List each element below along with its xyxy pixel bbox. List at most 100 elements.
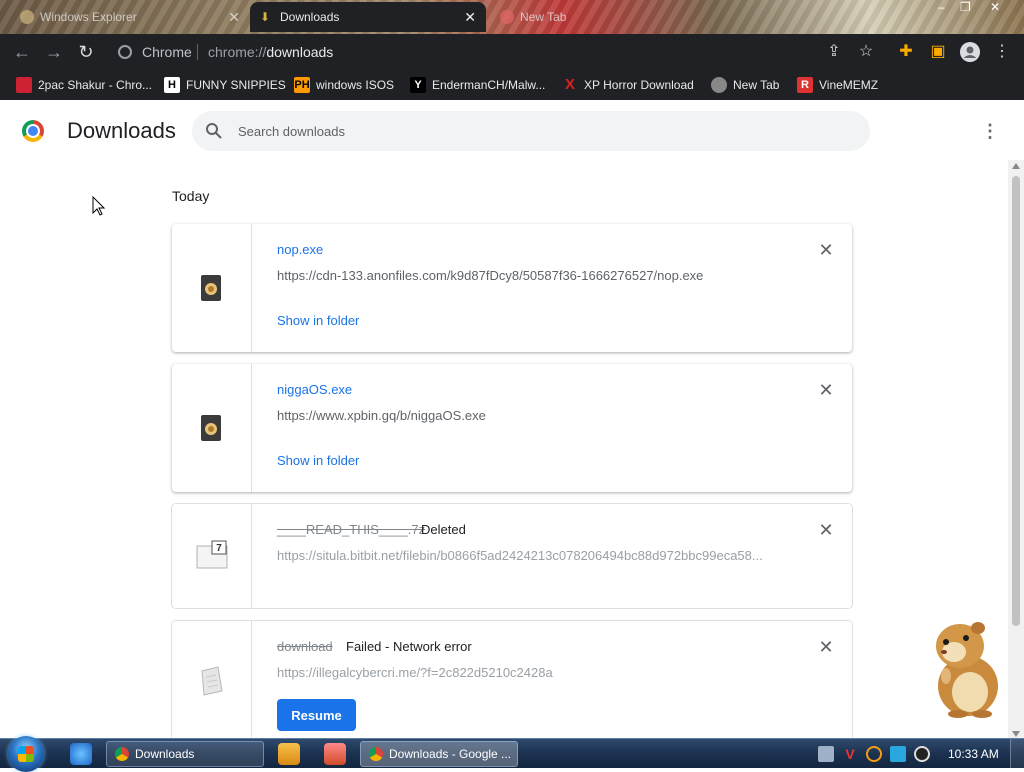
app-icon[interactable]: [324, 743, 346, 765]
downloads-header: Downloads ⋮: [0, 100, 1024, 162]
back-arrow-icon[interactable]: ←: [12, 42, 32, 62]
resume-button[interactable]: Resume: [277, 699, 356, 731]
remove-close-icon[interactable]: ✕: [816, 520, 836, 540]
yp-logo-icon: Y: [410, 77, 426, 93]
close-icon[interactable]: ✕: [464, 2, 476, 32]
source-url[interactable]: https://illegalcybercri.me/?f=2c822d5210…: [277, 665, 553, 680]
bookmark-2pac[interactable]: 2pac Shakur - Chro...: [16, 76, 152, 94]
close-icon[interactable]: ✕: [228, 2, 240, 32]
tray-v-icon[interactable]: V: [842, 746, 858, 762]
tab-downloads[interactable]: ⬇ Downloads ✕: [250, 2, 486, 32]
site-chip: Chrome: [142, 44, 192, 60]
windows-taskbar: Downloads Downloads - Google ... V 10:33…: [0, 736, 1024, 772]
maximize-button[interactable]: ❐: [960, 0, 971, 18]
remove-close-icon[interactable]: ✕: [816, 240, 836, 260]
side-panel-icon[interactable]: ▣: [928, 42, 948, 62]
taskbar-item-downloads[interactable]: Downloads: [106, 741, 264, 767]
internet-explorer-icon[interactable]: [70, 743, 92, 765]
extensions-puzzle-icon[interactable]: ✚: [896, 42, 916, 62]
file-name-link[interactable]: niggaOS.exe: [277, 382, 352, 397]
tab-favicon: [20, 10, 34, 24]
bookmarks-bar: 2pac Shakur - Chro... H FUNNY SNIPPIES P…: [0, 70, 1024, 100]
file-name-deleted: ____READ_THIS____.7z: [277, 522, 426, 537]
download-item: download Failed - Network error https://…: [172, 621, 852, 740]
reload-icon[interactable]: ↻: [76, 42, 96, 62]
source-url[interactable]: https://cdn-133.anonfiles.com/k9d87fDcy8…: [277, 268, 703, 283]
tab-new-tab[interactable]: New Tab: [490, 2, 690, 32]
download-icon: ⬇: [260, 10, 271, 24]
profile-avatar-icon[interactable]: [960, 42, 980, 62]
svg-text:7: 7: [216, 543, 222, 554]
scroll-down-arrow-icon[interactable]: [1012, 731, 1020, 737]
tray-volume-icon[interactable]: [914, 746, 930, 762]
download-item: 7 ____READ_THIS____.7z Deleted https://s…: [172, 504, 852, 608]
tab-favicon: [500, 10, 514, 24]
tab-strip: Windows Explorer ✕ ⬇ Downloads ✕ New Tab…: [0, 0, 1024, 34]
address-bar[interactable]: Chrome chrome://downloads: [108, 38, 888, 66]
bookmark-new-tab[interactable]: New Tab: [711, 76, 779, 94]
file-icon-cell: [172, 621, 252, 740]
start-button[interactable]: [8, 736, 44, 772]
mouse-cursor-icon: [92, 196, 106, 216]
ph-logo-icon: PH: [294, 77, 310, 93]
remove-close-icon[interactable]: ✕: [816, 637, 836, 657]
bookmark-vinememz[interactable]: R VineMEMZ: [797, 76, 878, 94]
tab-title: New Tab: [520, 10, 567, 24]
file-icon-cell: [172, 364, 252, 492]
taskbar-item-downloads-google-chrome[interactable]: Downloads - Google ...: [360, 741, 518, 767]
page-scrollbar[interactable]: [1008, 160, 1024, 740]
bookmark-favicon-icon: [16, 77, 32, 93]
generic-file-icon: [201, 666, 223, 696]
file-name-failed: download: [277, 639, 333, 654]
more-actions-icon[interactable]: ⋮: [980, 120, 1000, 142]
file-icon-cell: 7: [172, 504, 252, 608]
7z-file-icon: 7: [196, 540, 228, 569]
tab-title: Windows Explorer: [40, 10, 137, 24]
tab-windows-explorer[interactable]: Windows Explorer ✕: [10, 2, 250, 32]
search-input[interactable]: [236, 111, 836, 151]
search-bar[interactable]: [192, 111, 870, 151]
status-text: Deleted: [421, 522, 466, 537]
h-letter-icon: H: [164, 77, 180, 93]
omnibox-separator: [197, 44, 198, 60]
download-item: niggaOS.exe https://www.xpbin.gq/b/nigga…: [172, 364, 852, 492]
chrome-icon: [369, 747, 383, 761]
url-text: chrome://downloads: [208, 44, 334, 60]
source-url[interactable]: https://situla.bitbit.net/filebin/b0866f…: [277, 548, 763, 563]
search-icon: [206, 123, 222, 139]
chrome-site-icon: [118, 45, 132, 59]
share-icon[interactable]: ⇪: [824, 42, 844, 62]
r-logo-icon: R: [797, 77, 813, 93]
globe-icon: [711, 77, 727, 93]
browser-toolbar: ← → ↻ Chrome chrome://downloads ⇪ ☆ ✚ ▣ …: [0, 34, 1024, 70]
bookmark-windows-isos[interactable]: PH windows ISOS: [294, 76, 394, 94]
scroll-up-arrow-icon[interactable]: [1012, 163, 1020, 169]
exe-file-icon: [201, 275, 221, 301]
system-clock[interactable]: 10:33 AM: [948, 739, 999, 769]
media-player-icon[interactable]: [278, 743, 300, 765]
close-window-button[interactable]: ✕: [990, 0, 1000, 18]
tray-monitor-icon[interactable]: [890, 746, 906, 762]
source-url[interactable]: https://www.xpbin.gq/b/niggaOS.exe: [277, 408, 486, 423]
show-in-folder-link[interactable]: Show in folder: [277, 453, 359, 468]
menu-kebab-icon[interactable]: ⋮: [992, 42, 1012, 62]
status-text: Failed - Network error: [346, 639, 472, 654]
file-name-link[interactable]: nop.exe: [277, 242, 323, 257]
remove-close-icon[interactable]: ✕: [816, 380, 836, 400]
bookmark-funny-snippies[interactable]: H FUNNY SNIPPIES: [164, 76, 286, 94]
scrollbar-thumb[interactable]: [1012, 176, 1020, 626]
tray-search-icon[interactable]: [866, 746, 882, 762]
hamster-desktop-pet[interactable]: [920, 618, 1006, 718]
forward-arrow-icon[interactable]: →: [44, 42, 64, 62]
star-icon[interactable]: ☆: [856, 42, 876, 62]
exe-file-icon: [201, 415, 221, 441]
minimize-button[interactable]: –: [938, 0, 945, 18]
tray-app-icon[interactable]: [818, 746, 834, 762]
show-in-folder-link[interactable]: Show in folder: [277, 313, 359, 328]
bookmark-xp-horror[interactable]: X XP Horror Download: [562, 76, 694, 94]
downloads-page: Downloads ⋮ Today nop.exe https://cdn-13…: [0, 100, 1024, 740]
tab-title: Downloads: [280, 10, 340, 24]
show-desktop-button[interactable]: [1010, 739, 1024, 769]
date-section-label: Today: [172, 188, 210, 204]
bookmark-endermanch[interactable]: Y EndermanCH/Malw...: [410, 76, 545, 94]
